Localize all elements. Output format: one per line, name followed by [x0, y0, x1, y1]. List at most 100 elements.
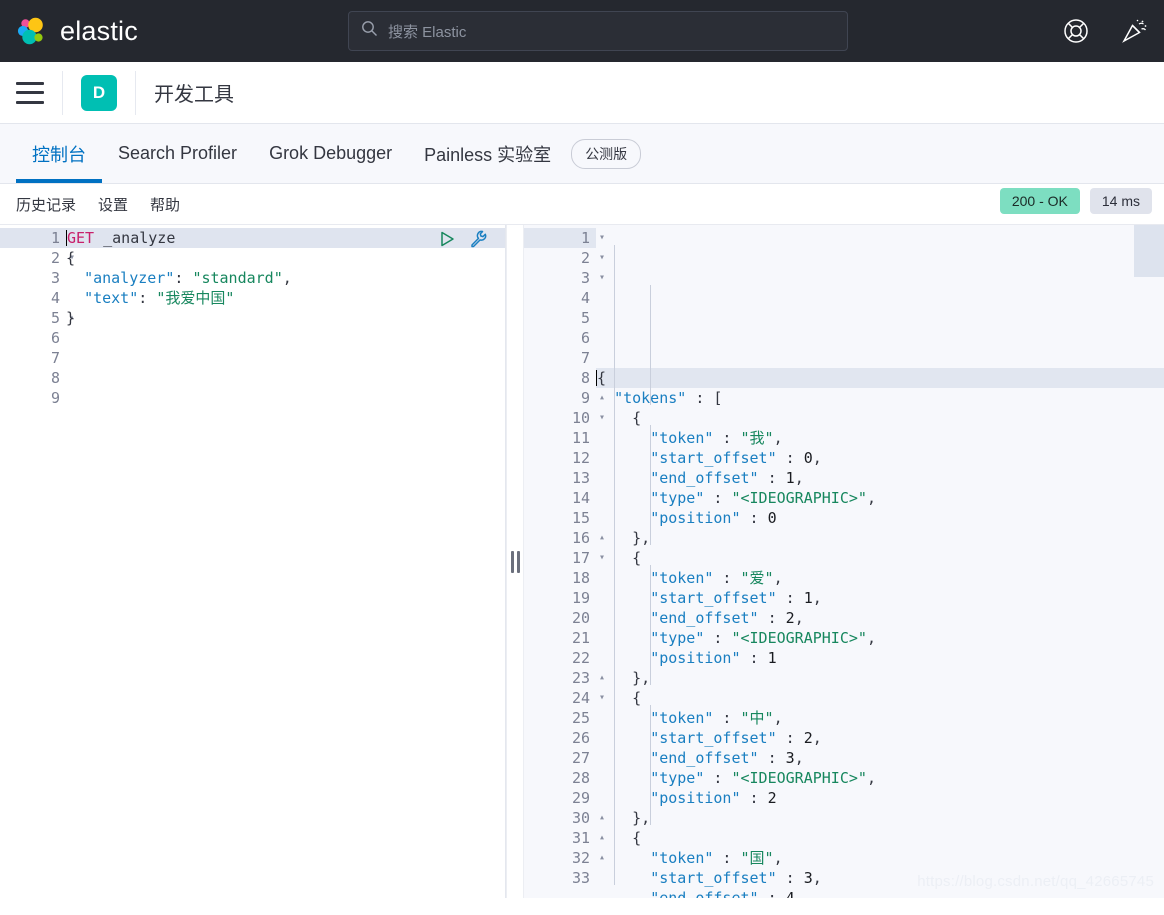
code-line[interactable]: [66, 328, 505, 348]
splitter-grip-icon: [510, 550, 520, 573]
line-number: 20: [571, 609, 590, 627]
code-line[interactable]: },: [596, 808, 1164, 828]
brand-name: elastic: [60, 15, 138, 46]
code-line[interactable]: "token" : "爱",: [596, 568, 1164, 588]
line-number: 26: [571, 729, 590, 747]
code-line[interactable]: {: [596, 828, 1164, 848]
code-line[interactable]: },: [596, 668, 1164, 688]
search-input[interactable]: 搜索 Elastic: [388, 21, 466, 42]
tab-search-profiler[interactable]: Search Profiler: [102, 124, 253, 183]
code-token: "position": [650, 509, 741, 527]
code-token: :: [758, 749, 786, 767]
code-token: {: [596, 409, 642, 427]
code-line[interactable]: [66, 368, 505, 388]
code-line[interactable]: },: [596, 528, 1164, 548]
code-line[interactable]: "start_offset" : 2,: [596, 728, 1164, 748]
request-editor[interactable]: 1 2 ▾ 3 4 5 ▴ 6 7 8 9 GET _analyze { "analyzer": "s…: [0, 225, 506, 898]
global-search[interactable]: 搜索 Elastic: [348, 11, 848, 51]
response-code[interactable]: { "tokens" : [ { "token" : "我", "start_o…: [596, 225, 1164, 898]
code-line[interactable]: "token" : "国",: [596, 848, 1164, 868]
send-request-play-icon[interactable]: [437, 229, 457, 254]
code-token: "token": [650, 429, 714, 447]
code-token: {: [596, 549, 642, 567]
response-viewer[interactable]: 1 ▾ 2 ▾ 3 ▾ 4 5 6 7 8 9 ▴ 10 ▾ 11 12 13 14 15 16 ▴ 17 ▾ 18 19 20 21…: [524, 225, 1164, 898]
code-line[interactable]: "tokens" : [: [596, 388, 1164, 408]
code-line[interactable]: [66, 348, 505, 368]
news-confetti-icon[interactable]: [1120, 17, 1148, 45]
code-token: "position": [650, 649, 741, 667]
search-icon: [361, 20, 378, 42]
line-number: 30 ▴: [571, 809, 605, 827]
code-line[interactable]: "type" : "<IDEOGRAPHIC>",: [596, 628, 1164, 648]
pane-splitter[interactable]: [506, 225, 524, 898]
code-token: 1: [785, 469, 795, 487]
tabs-bar: 控制台 Search Profiler Grok Debugger Painle…: [0, 124, 1164, 184]
code-token: 2: [803, 729, 813, 747]
code-line[interactable]: {: [596, 408, 1164, 428]
line-number: 17 ▾: [571, 549, 605, 567]
brand[interactable]: elastic: [0, 14, 138, 48]
code-line[interactable]: "type" : "<IDEOGRAPHIC>",: [596, 488, 1164, 508]
code-token: :: [740, 649, 768, 667]
code-line[interactable]: [66, 388, 505, 408]
code-line[interactable]: "start_offset" : 0,: [596, 448, 1164, 468]
code-line[interactable]: "position" : 2: [596, 788, 1164, 808]
wrench-icon[interactable]: [469, 229, 489, 254]
help-lifebuoy-icon[interactable]: [1062, 17, 1090, 45]
code-token: :: [758, 469, 786, 487]
line-number: 16 ▴: [571, 529, 605, 547]
code-token: 1: [767, 649, 777, 667]
code-token: GET: [67, 229, 95, 247]
help-link[interactable]: 帮助: [150, 194, 180, 215]
code-token: "start_offset": [650, 729, 777, 747]
line-number: 28: [571, 769, 590, 787]
code-line[interactable]: "position" : 1: [596, 648, 1164, 668]
code-token: "token": [650, 849, 714, 867]
code-token: "我爱中国": [156, 289, 235, 307]
code-token: "start_offset": [650, 869, 777, 887]
code-line[interactable]: "text": "我爱中国": [66, 288, 505, 308]
hamburger-menu-icon[interactable]: [16, 81, 44, 104]
code-line[interactable]: "position" : 0: [596, 508, 1164, 528]
line-number: 2 ▾: [580, 249, 605, 267]
code-line[interactable]: "end_offset" : 1,: [596, 468, 1164, 488]
tab-painless-lab[interactable]: Painless 实验室: [408, 124, 567, 183]
code-line[interactable]: "end_offset" : 2,: [596, 608, 1164, 628]
code-line[interactable]: {: [596, 548, 1164, 568]
code-token: ,: [794, 609, 804, 627]
code-line[interactable]: {: [596, 368, 1164, 388]
code-line[interactable]: "analyzer": "standard",: [66, 268, 505, 288]
code-line[interactable]: "end_offset" : 3,: [596, 748, 1164, 768]
tab-label: Search Profiler: [118, 143, 238, 163]
code-line[interactable]: "token" : "我",: [596, 428, 1164, 448]
code-line[interactable]: "type" : "<IDEOGRAPHIC>",: [596, 768, 1164, 788]
tab-grok-debugger[interactable]: Grok Debugger: [253, 124, 408, 183]
history-link[interactable]: 历史记录: [16, 194, 76, 215]
code-line[interactable]: "token" : "中",: [596, 708, 1164, 728]
code-token: :: [776, 449, 804, 467]
settings-link[interactable]: 设置: [98, 194, 128, 215]
code-token: ,: [773, 709, 783, 727]
code-token: "<IDEOGRAPHIC>": [731, 489, 867, 507]
code-token: },: [596, 529, 651, 547]
indent-guide: [650, 285, 651, 405]
code-token: :: [713, 569, 741, 587]
app-badge[interactable]: D: [81, 74, 117, 111]
code-token: "type": [650, 769, 705, 787]
code-line[interactable]: {: [596, 688, 1164, 708]
code-token: ,: [866, 769, 876, 787]
code-token: ,: [812, 869, 822, 887]
line-number: 8: [50, 369, 60, 387]
code-line[interactable]: }: [66, 308, 505, 328]
code-token: :: [704, 489, 732, 507]
code-token: ,: [773, 429, 783, 447]
code-token: "end_offset": [650, 609, 759, 627]
tab-console[interactable]: 控制台: [16, 124, 102, 183]
code-line[interactable]: "start_offset" : 1,: [596, 588, 1164, 608]
header-icon-group: [1062, 0, 1148, 62]
code-token: "text": [84, 289, 139, 307]
